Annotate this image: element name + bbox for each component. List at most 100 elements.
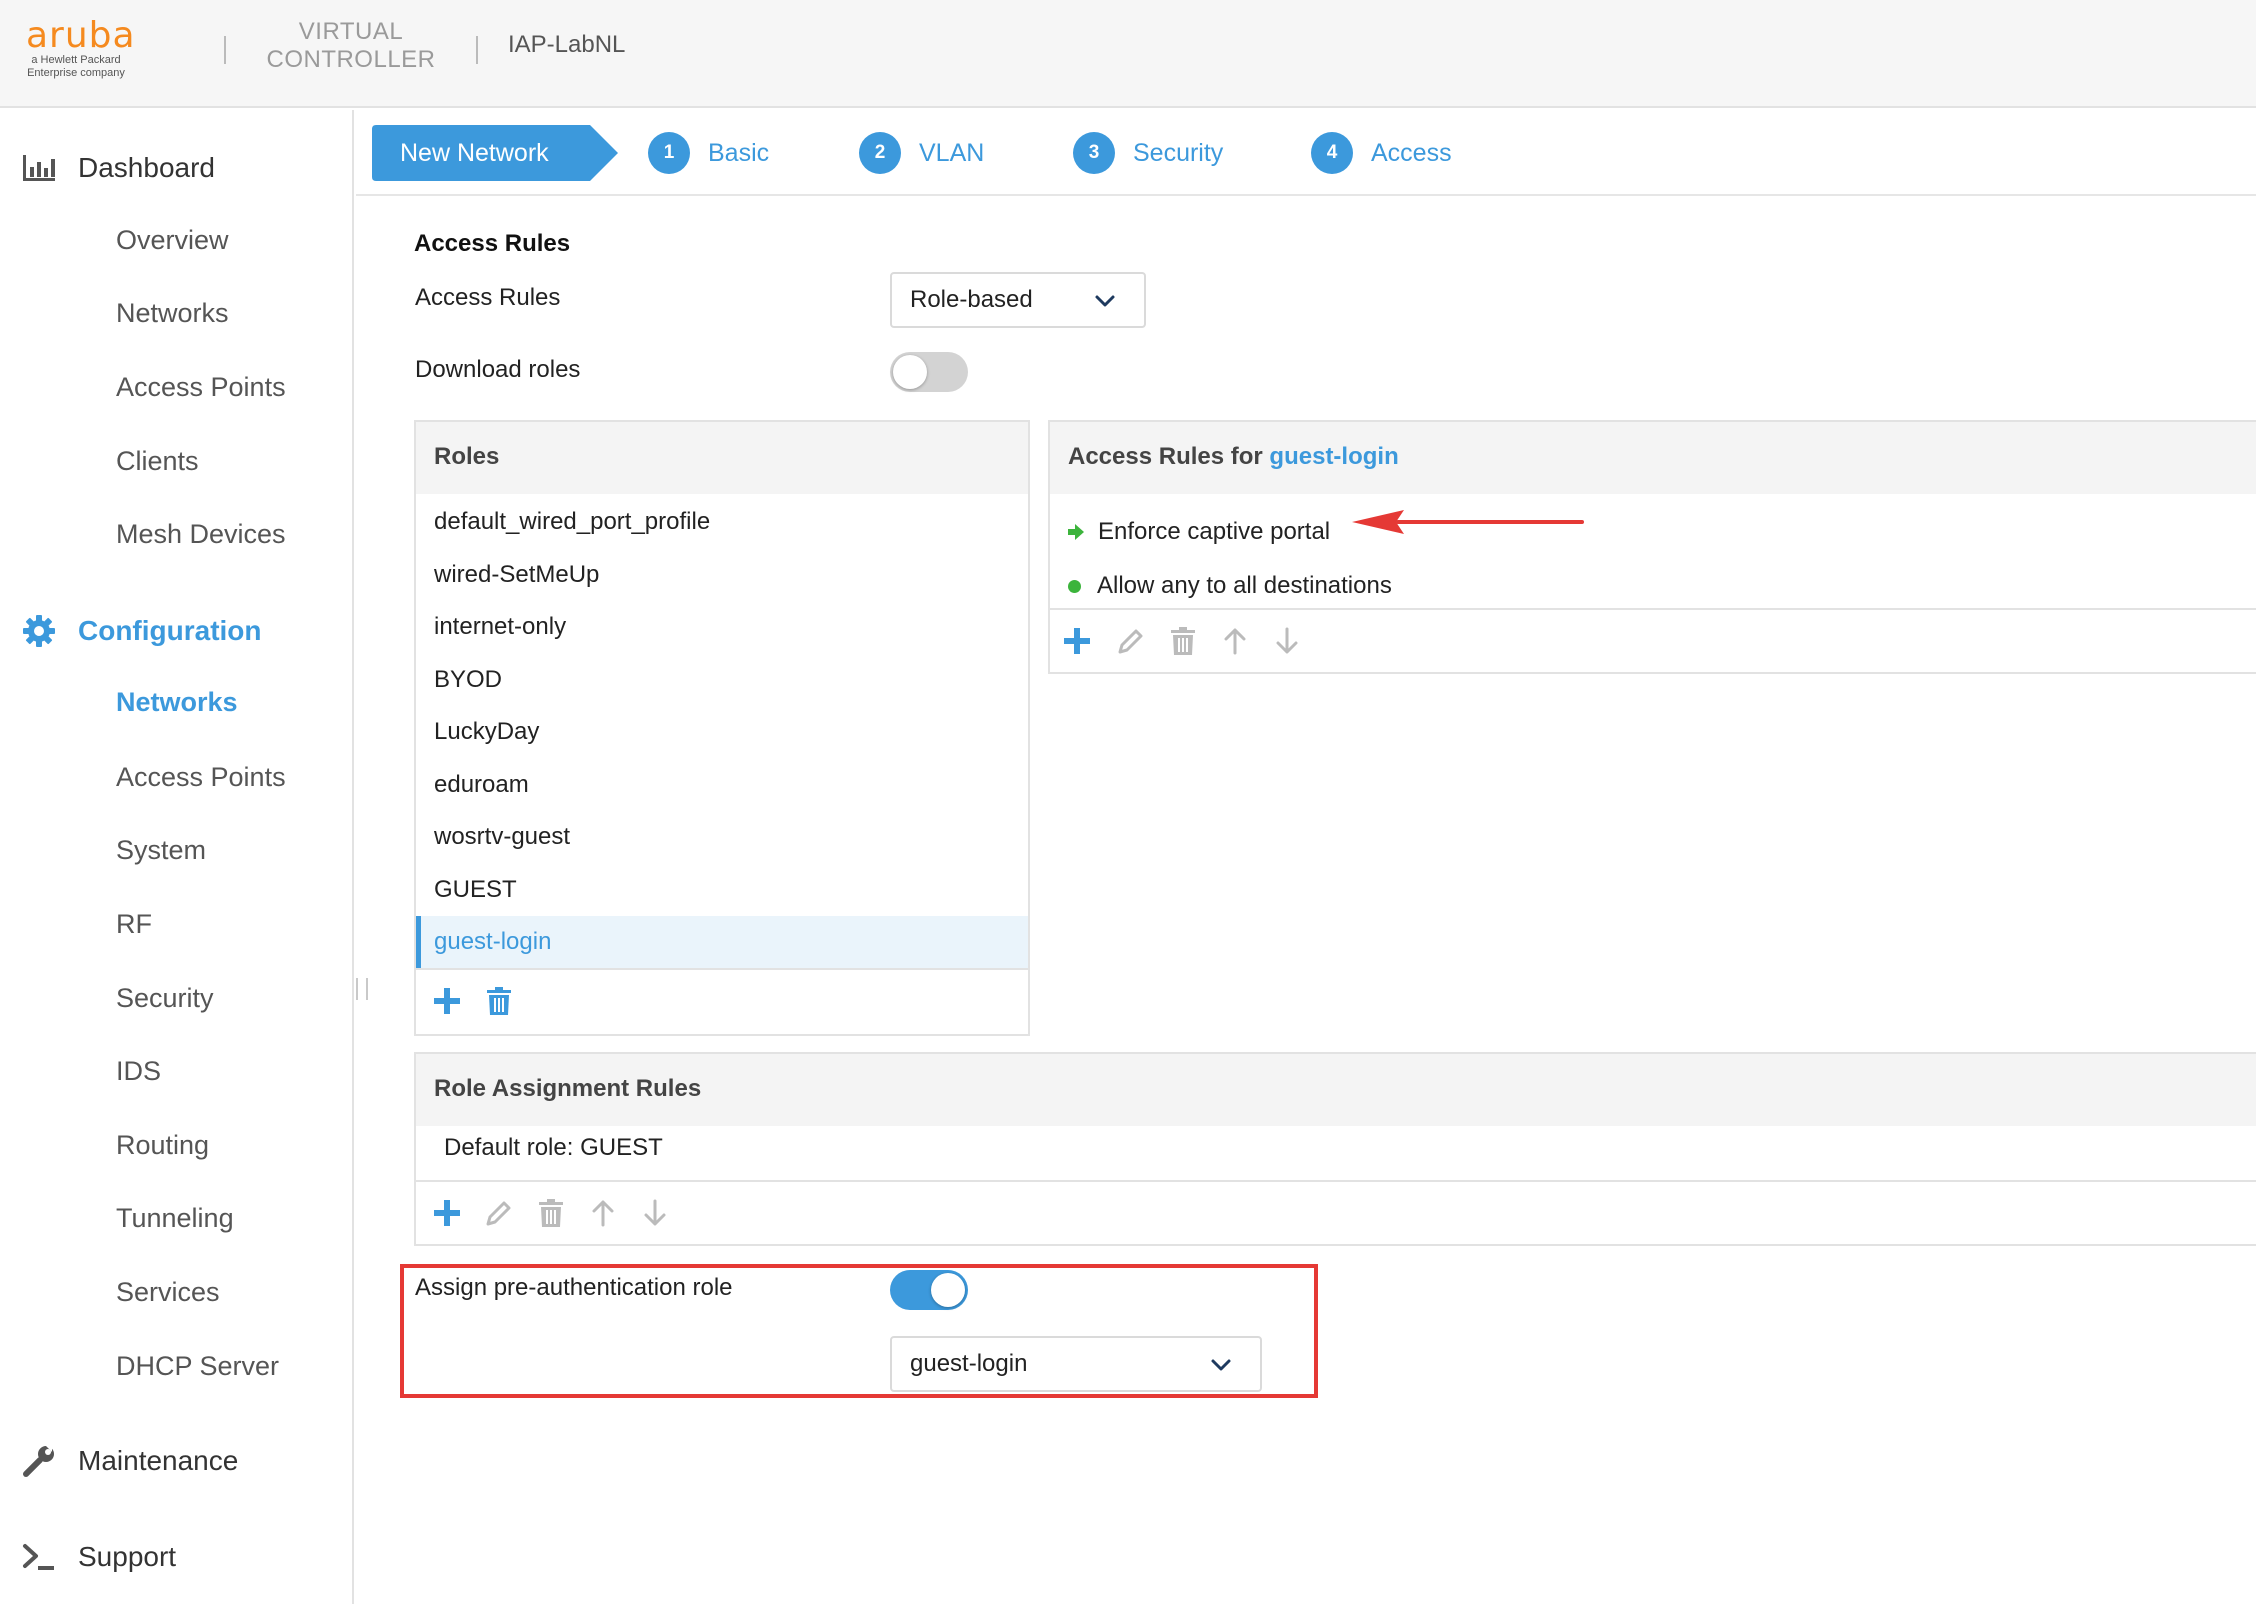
sidebar-section-dashboard[interactable]: Dashboard <box>22 148 215 188</box>
rule-item[interactable]: Allow any to all destinations <box>1068 568 1392 604</box>
access-rules-panel: Access Rules for guest-login Enforce cap… <box>1048 420 2256 674</box>
rule-label: Enforce captive portal <box>1098 518 1331 545</box>
step-label: Basic <box>708 138 770 167</box>
pencil-icon[interactable] <box>1114 624 1148 658</box>
roles-header: Roles <box>416 422 1028 494</box>
sidebar-section-configuration[interactable]: Configuration <box>22 611 262 651</box>
sidebar-item-ids[interactable]: IDS <box>116 1051 161 1091</box>
sidebar-section-label: Dashboard <box>78 152 215 183</box>
wizard-current-step: New Network <box>372 125 618 181</box>
rule-item[interactable]: Enforce captive portal <box>1068 514 1330 550</box>
plus-icon[interactable] <box>1060 624 1094 658</box>
step-label: Access <box>1371 138 1452 167</box>
sidebar: Dashboard Overview Networks Access Point… <box>0 110 354 1604</box>
plus-icon[interactable] <box>430 1196 464 1230</box>
sidebar-item-mesh-devices[interactable]: Mesh Devices <box>116 514 286 554</box>
sidebar-section-label: Configuration <box>78 615 262 646</box>
arrow-down-icon[interactable] <box>638 1196 672 1230</box>
wizard-step-security[interactable]: 3 Security <box>1073 128 1223 178</box>
access-rules-header-prefix: Access Rules for <box>1068 443 1270 470</box>
default-role-text[interactable]: Default role: GUEST <box>444 1134 663 1162</box>
annotation-highlight-box <box>400 1264 1318 1398</box>
sidebar-item-access-points[interactable]: Access Points <box>116 367 286 407</box>
terminal-icon <box>22 1540 56 1574</box>
sidebar-item-overview[interactable]: Overview <box>116 220 229 260</box>
aruba-logo[interactable]: aruba a Hewlett Packard Enterprise compa… <box>26 15 144 80</box>
logo-subtitle-1: a Hewlett Packard <box>31 54 121 66</box>
panel-divider <box>416 1180 2256 1182</box>
wizard-step-vlan[interactable]: 2 VLAN <box>859 128 984 178</box>
wizard-step-basic[interactable]: 1 Basic <box>648 128 769 178</box>
step-number: 2 <box>859 132 901 174</box>
role-item[interactable]: GUEST <box>416 864 1028 916</box>
access-rules-header: Access Rules for guest-login <box>1050 422 2256 494</box>
wizard-step-access[interactable]: 4 Access <box>1311 128 1452 178</box>
annotation-arrow-icon <box>1352 510 1584 534</box>
rule-label: Allow any to all destinations <box>1097 572 1392 599</box>
sidebar-section-support[interactable]: Support <box>22 1537 176 1577</box>
role-item[interactable]: internet-only <box>416 601 1028 653</box>
download-roles-label: Download roles <box>415 356 581 383</box>
trash-icon[interactable] <box>1166 624 1200 658</box>
arrow-up-icon[interactable] <box>1218 624 1252 658</box>
role-item[interactable]: wosrtv-guest <box>416 811 1028 863</box>
sidebar-item-networks[interactable]: Networks <box>116 293 229 333</box>
virtual-controller-label: VIRTUAL CONTROLLER <box>266 18 436 74</box>
header-divider <box>476 36 478 64</box>
access-rules-select[interactable]: Role-based <box>890 272 1146 328</box>
logo-wordmark: aruba <box>26 15 136 56</box>
sidebar-item-clients[interactable]: Clients <box>116 441 199 481</box>
sidebar-item-config-networks[interactable]: Networks <box>116 682 238 722</box>
green-arrow-icon <box>1068 524 1084 540</box>
role-item[interactable]: default_wired_port_profile <box>416 496 1028 548</box>
wizard-current-label: New Network <box>400 139 549 167</box>
green-dot-icon <box>1068 579 1081 593</box>
trash-icon[interactable] <box>534 1196 568 1230</box>
wizard-steps: New Network 1 Basic 2 VLAN 3 Security 4 … <box>356 110 2256 196</box>
access-rules-value: Role-based <box>910 286 1033 313</box>
role-item-selected[interactable]: guest-login <box>416 916 1028 968</box>
step-label: Security <box>1133 138 1224 167</box>
role-item[interactable]: eduroam <box>416 759 1028 811</box>
sidebar-section-label: Maintenance <box>78 1445 239 1476</box>
plus-icon[interactable] <box>430 984 464 1018</box>
access-rules-header-role: guest-login <box>1269 443 1399 470</box>
vc-line-2: CONTROLLER <box>266 46 436 73</box>
step-label: VLAN <box>919 138 985 167</box>
toggle-knob <box>893 355 927 389</box>
role-assignment-panel: Role Assignment Rules Default role: GUES… <box>414 1052 2256 1246</box>
sidebar-item-routing[interactable]: Routing <box>116 1125 209 1165</box>
logo-subtitle-2: Enterprise company <box>27 67 125 79</box>
role-item[interactable]: wired-SetMeUp <box>416 549 1028 601</box>
wrench-icon <box>22 1444 56 1478</box>
vc-line-1: VIRTUAL <box>298 18 404 45</box>
bar-chart-icon <box>22 151 56 185</box>
trash-icon[interactable] <box>482 984 516 1018</box>
chevron-down-icon <box>1094 290 1116 318</box>
panel-divider <box>1050 608 2256 610</box>
cluster-name[interactable]: IAP-LabNL <box>508 31 625 59</box>
role-item[interactable]: LuckyDay <box>416 706 1028 758</box>
top-header: aruba a Hewlett Packard Enterprise compa… <box>0 0 2256 108</box>
sidebar-item-rf[interactable]: RF <box>116 904 152 944</box>
access-rules-label: Access Rules <box>415 284 561 311</box>
section-title: Access Rules <box>414 230 571 257</box>
sidebar-item-tunneling[interactable]: Tunneling <box>116 1198 234 1238</box>
gear-icon <box>22 614 56 648</box>
arrow-up-icon[interactable] <box>586 1196 620 1230</box>
download-roles-toggle[interactable] <box>890 352 968 392</box>
sidebar-item-config-access-points[interactable]: Access Points <box>116 757 286 797</box>
header-divider <box>224 36 226 64</box>
sidebar-section-maintenance[interactable]: Maintenance <box>22 1441 238 1481</box>
sidebar-item-system[interactable]: System <box>116 830 206 870</box>
step-number: 4 <box>1311 132 1353 174</box>
arrow-down-icon[interactable] <box>1270 624 1304 658</box>
sidebar-section-label: Support <box>78 1541 177 1572</box>
sidebar-item-security[interactable]: Security <box>116 978 214 1018</box>
role-item[interactable]: BYOD <box>416 654 1028 706</box>
sidebar-item-services[interactable]: Services <box>116 1272 220 1312</box>
pencil-icon[interactable] <box>482 1196 516 1230</box>
role-assignment-header: Role Assignment Rules <box>416 1054 2256 1126</box>
step-number: 1 <box>648 132 690 174</box>
sidebar-item-dhcp-server[interactable]: DHCP Server <box>116 1346 279 1386</box>
